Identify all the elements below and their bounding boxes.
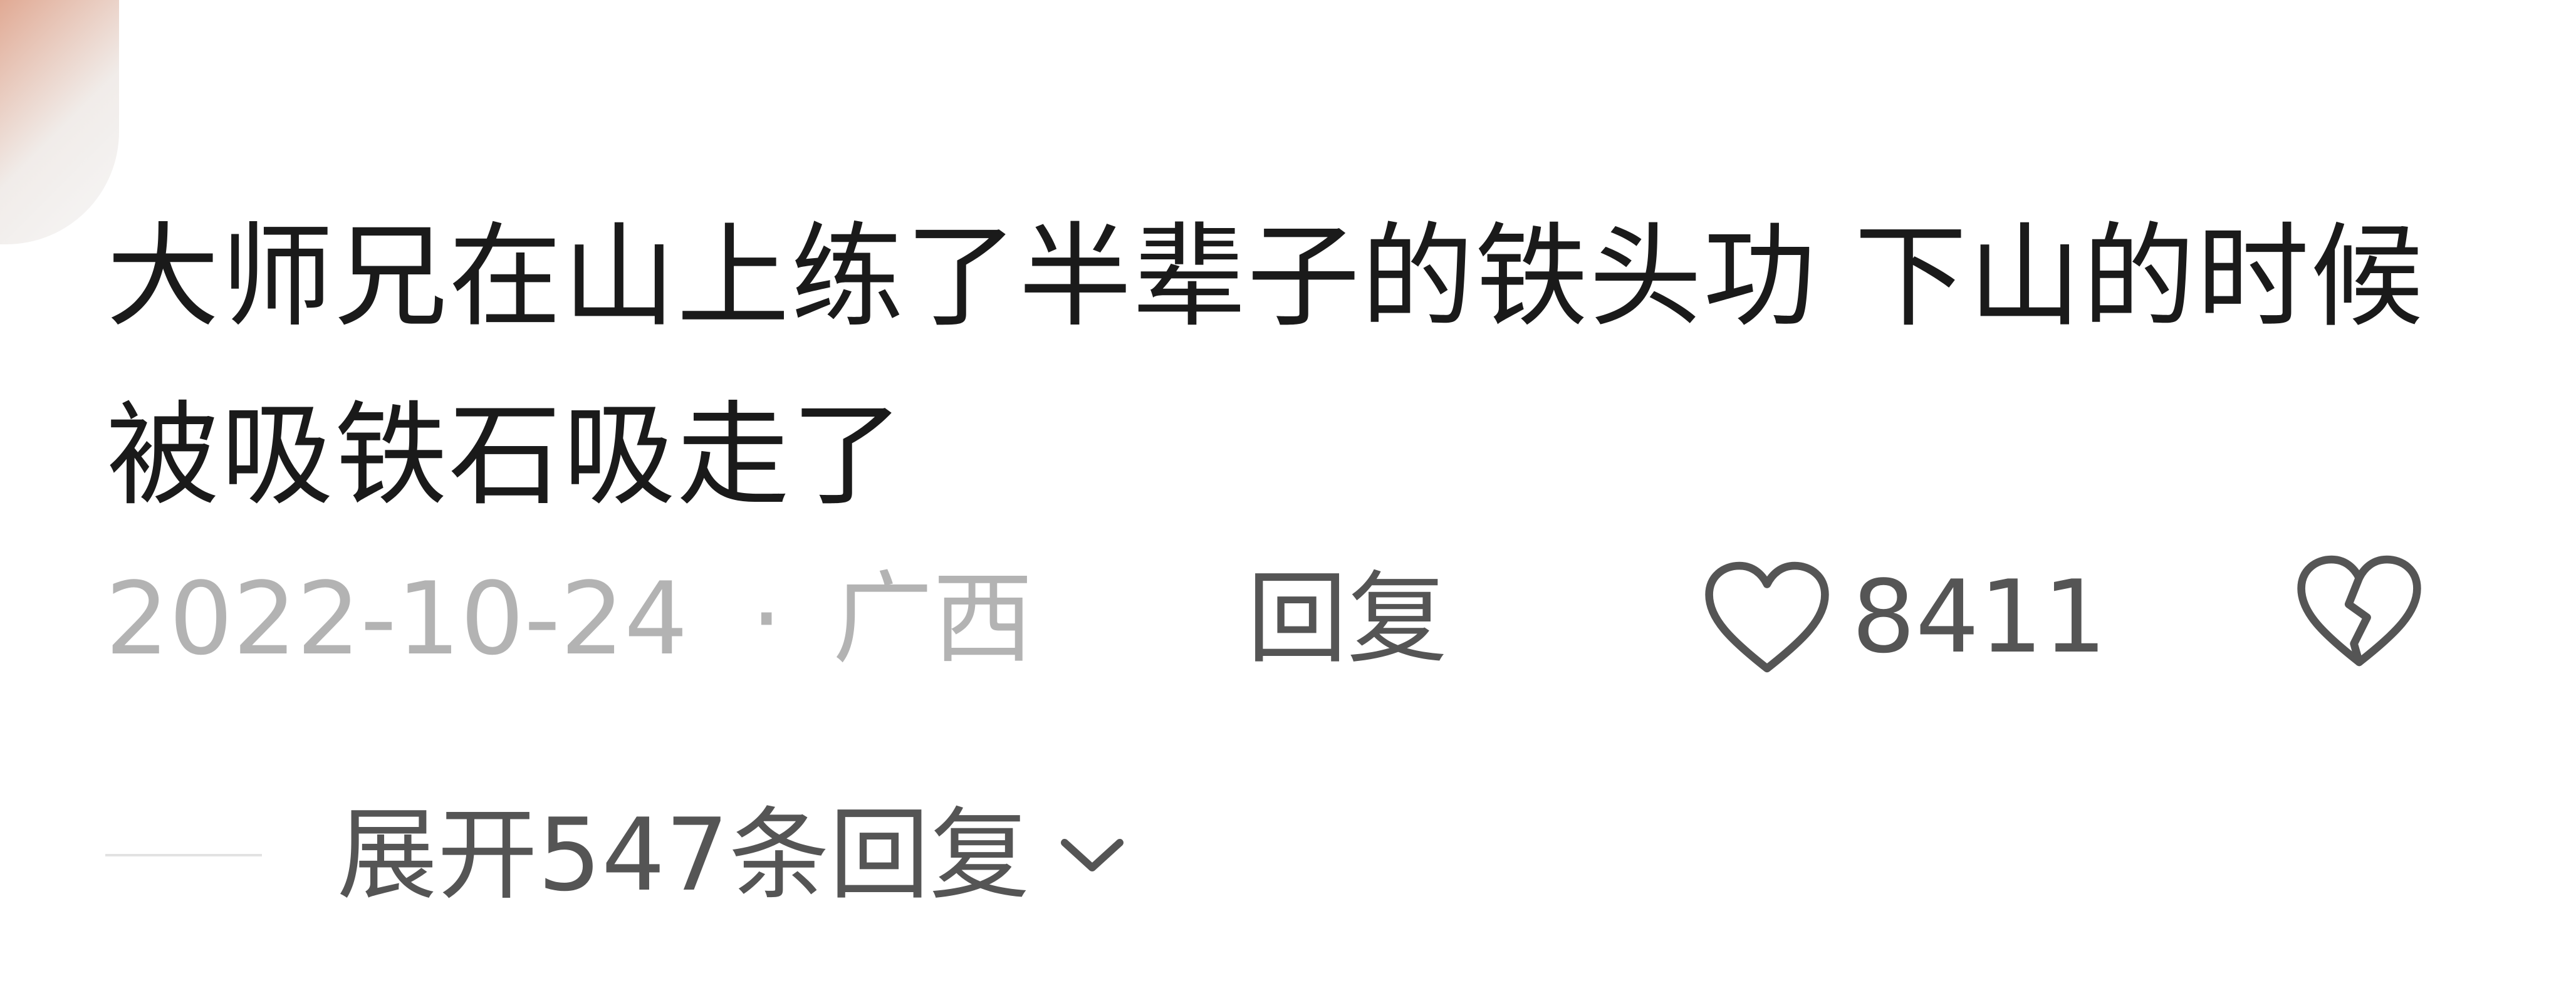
broken-heart-icon[interactable] [2293,551,2425,670]
comment-location: 广西 [832,560,1033,677]
reply-button[interactable]: 回复 [1247,556,1447,682]
heart-outline-icon [1705,561,1829,673]
divider [105,854,262,856]
meta-separator: · [750,560,783,677]
comment-date: 2022-10-24 [105,560,688,677]
avatar[interactable] [0,0,119,244]
comment-meta: 2022-10-24 · 广西 [105,556,1033,682]
chevron-down-icon [1061,839,1124,871]
expand-replies-button[interactable]: 展开547条回复 [337,793,1130,918]
comment-text: 大师兄在山上练了半辈子的铁头功 下山的时候被吸铁石吸走了 [107,212,2425,521]
like-count: 8411 [1852,558,2107,675]
expand-replies-label: 展开547条回复 [337,796,1030,913]
like-button[interactable]: 8411 [1701,551,2107,683]
expand-replies-row: 展开547条回复 [105,793,1130,918]
comment-card: 大师兄在山上练了半辈子的铁头功 下山的时候被吸铁石吸走了 2022-10-24 … [0,0,2576,998]
